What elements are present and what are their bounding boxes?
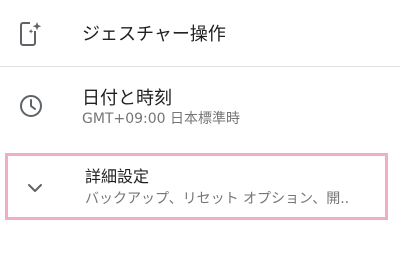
clock-icon	[20, 95, 42, 117]
settings-item-subtitle: バックアップ、リセット オプション、開..	[85, 191, 350, 207]
settings-item-gesture[interactable]: ジェスチャー操作	[0, 0, 400, 66]
settings-item-advanced[interactable]: 詳細設定 バックアップ、リセット オプション、開..	[5, 153, 388, 220]
settings-item-title: 日付と時刻	[82, 88, 172, 109]
settings-item-subtitle: GMT+09:00 日本標準時	[82, 111, 241, 127]
settings-screen: ジェスチャー操作 日付と時刻 GMT+09:00 日本標準時 詳細設定 バックア…	[0, 0, 400, 255]
settings-item-datetime[interactable]	[0, 67, 400, 147]
gesture-phone-icon	[20, 21, 42, 46]
settings-item-title: ジェスチャー操作	[82, 24, 226, 45]
settings-item-title: 詳細設定	[85, 167, 150, 186]
chevron-down-icon	[28, 184, 42, 192]
